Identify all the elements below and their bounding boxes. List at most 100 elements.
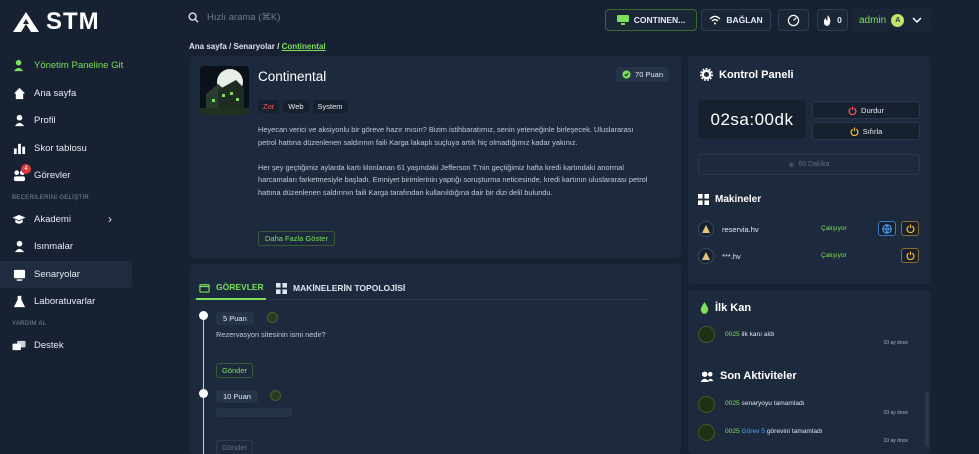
scrollbar-thumb[interactable] — [925, 392, 929, 447]
machine-status: Çalışıyor — [821, 225, 847, 232]
sidebar-item-label: Laboratuvarlar — [34, 296, 96, 308]
gear-icon — [700, 68, 713, 81]
machines-title-text: Makineler — [715, 194, 762, 205]
search-input[interactable]: Hızlı arama (⌘K) — [188, 12, 280, 23]
active-scenario-label: CONTINEN... — [633, 15, 686, 25]
chevron-right-icon: › — [108, 212, 112, 227]
connect-button[interactable]: BAĞLAN — [701, 9, 771, 31]
timeline-line — [203, 318, 204, 454]
answer-input[interactable] — [216, 408, 292, 417]
sidebar-item-labs[interactable]: Laboratuvarlar — [0, 288, 140, 316]
user-avatar — [698, 396, 715, 413]
monitor-icon — [616, 15, 629, 25]
flask-icon — [12, 295, 26, 309]
topbar: Hızlı arama (⌘K) CONTINEN... BAĞLAN 0 ad… — [140, 0, 979, 38]
breadcrumb: Ana sayfa / Senaryolar / Continental — [189, 42, 326, 51]
machine-row: reservia.hv Çalışıyor — [698, 219, 920, 239]
active-scenario-button[interactable]: CONTINEN... — [605, 9, 697, 31]
sidebar-item-label: Ana sayfa — [34, 87, 77, 99]
extend-time-button[interactable]: ⊕ 60 Dakika — [698, 154, 920, 175]
show-more-button[interactable]: Daha Fazla Göster — [258, 231, 335, 246]
first-blood-title: İlk Kan — [700, 302, 751, 314]
stm-logo-icon — [13, 12, 39, 32]
wifi-icon — [709, 15, 721, 25]
sidebar-item-profile[interactable]: Profil — [0, 107, 140, 135]
submit-button[interactable]: Gönder — [216, 363, 254, 378]
tag-category: System — [312, 100, 348, 113]
breadcrumb-current[interactable]: Continental — [282, 42, 326, 51]
power-icon — [848, 105, 857, 115]
breadcrumb-home[interactable]: Ana sayfa — [189, 42, 227, 51]
users-icon: 4 — [12, 163, 31, 183]
tag-difficulty: Zor — [258, 100, 280, 113]
activity-text: görevini tamamladı — [766, 428, 823, 435]
sidebar-item-admin-panel[interactable]: Yönetim Paneline Git — [0, 52, 140, 80]
users-icon — [700, 370, 714, 382]
user-icon — [12, 114, 26, 128]
description-paragraph: Her şey geçtiğimiz aylarda kartı klonlan… — [258, 162, 648, 198]
tag-category: Web — [283, 100, 309, 113]
machines-title: Makineler — [698, 194, 761, 205]
sidebar-item-label: Görevler — [34, 170, 71, 182]
solver-avatar — [267, 312, 278, 323]
plus-circle-icon: ⊕ — [788, 161, 795, 169]
machine-name: ***.hv — [722, 252, 741, 261]
graduation-cap-icon — [12, 212, 26, 226]
tab-tasks[interactable]: GÖREVLER — [196, 276, 266, 300]
scenario-card: Continental 70 Puan Zor Web System Heyec… — [190, 56, 681, 258]
fire-counter[interactable]: 0 — [817, 9, 848, 31]
task-points: 5 Puan — [216, 312, 254, 325]
sidebar-item-warmups[interactable]: Isınmalar — [0, 233, 140, 261]
activity-time: 10 ay önce — [883, 410, 908, 416]
logo[interactable]: STM — [12, 8, 100, 36]
user-menu[interactable]: admin A — [852, 9, 930, 31]
control-panel-card: Kontrol Paneli 02sa:00dk Durdur Sıfırla … — [688, 56, 930, 284]
tab-label: MAKİNELERİN TOPOLOJİSİ — [293, 283, 406, 293]
activity-text: senaryoyu tamamladı — [741, 400, 805, 407]
machine-status: Çalışıyor — [821, 252, 847, 259]
activity-task-number[interactable]: 5 — [761, 428, 765, 435]
submit-button[interactable]: Gönder — [216, 440, 254, 454]
first-blood-row: 0025 ilk kanı aldı 10 ay önce — [698, 323, 920, 347]
activity-text: ilk kanı aldı — [741, 331, 775, 338]
sidebar-item-label: Yönetim Paneline Git — [34, 60, 124, 72]
power-icon — [905, 224, 915, 233]
sidebar-item-support[interactable]: Destek — [0, 332, 140, 360]
sidebar-item-academy[interactable]: Akademi › — [0, 206, 140, 234]
activity-time: 10 ay önce — [883, 340, 908, 346]
sidebar-item-home[interactable]: Ana sayfa — [0, 80, 140, 108]
activity-user[interactable]: 0025 — [725, 428, 740, 435]
activity-user[interactable]: 0025 — [725, 331, 740, 338]
restart-machine-button[interactable] — [901, 248, 919, 263]
task-question: Rezervasyon sitesinin ismi nedir? — [216, 330, 326, 339]
solver-avatar — [270, 390, 281, 401]
scenario-tags: Zor Web System — [258, 100, 348, 113]
sidebar-item-scenarios[interactable]: Senaryolar — [0, 260, 132, 288]
stop-button[interactable]: Durdur — [812, 101, 920, 119]
machine-row: ***.hv Çalışıyor — [698, 246, 920, 266]
username: admin — [859, 14, 887, 26]
scenario-image — [200, 66, 249, 115]
sidebar-item-scoreboard[interactable]: Skor tablosu — [0, 135, 140, 163]
activities-title: Son Aktiviteler — [700, 370, 797, 382]
tab-topology[interactable]: MAKİNELERİN TOPOLOJİSİ — [276, 276, 405, 300]
drop-icon — [700, 302, 709, 314]
breadcrumb-parent[interactable]: Senaryolar — [234, 42, 275, 51]
restart-machine-button[interactable] — [901, 221, 919, 236]
timeline-dot — [199, 389, 208, 398]
tasks-card: GÖREVLER MAKİNELERİN TOPOLOJİSİ 5 Puan R… — [190, 264, 681, 454]
globe-button[interactable] — [878, 221, 896, 236]
sidebar-item-label: Destek — [34, 339, 64, 351]
machine-name: reservia.hv — [722, 225, 759, 234]
reset-button[interactable]: Sıfırla — [812, 122, 920, 140]
tasks-tabs: GÖREVLER MAKİNELERİN TOPOLOJİSİ — [190, 276, 650, 300]
speed-button[interactable] — [778, 9, 809, 31]
connect-label: BAĞLAN — [726, 15, 763, 25]
scenario-icon — [12, 267, 26, 281]
sidebar-item-tasks[interactable]: 4 Görevler — [0, 162, 140, 190]
activity-task-word[interactable]: Görev — [742, 428, 760, 435]
sidebar-item-label: Skor tablosu — [34, 142, 87, 154]
activity-user[interactable]: 0025 — [725, 400, 740, 407]
activities-title-text: Son Aktiviteler — [720, 370, 797, 382]
control-panel-title: Kontrol Paneli — [700, 68, 794, 81]
